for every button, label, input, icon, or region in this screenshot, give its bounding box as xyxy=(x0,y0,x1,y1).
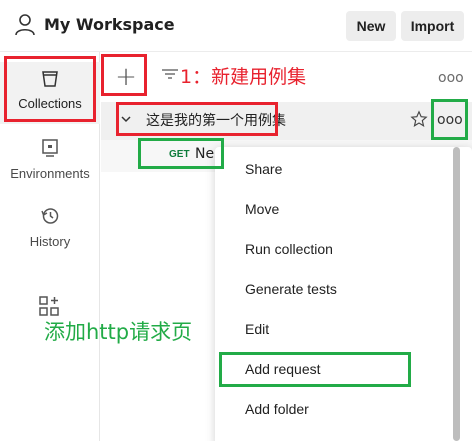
chevron-down-icon[interactable] xyxy=(120,110,132,130)
menu-item-edit[interactable]: Edit xyxy=(245,321,269,337)
collection-more-button[interactable]: ooo xyxy=(437,112,463,128)
menu-item-move[interactable]: Move xyxy=(245,201,279,217)
user-icon xyxy=(15,14,35,36)
sidebar-item-history[interactable]: History xyxy=(0,206,100,249)
environments-icon xyxy=(42,139,58,157)
sidebar-item-label: History xyxy=(29,234,71,249)
add-workbench-icon[interactable] xyxy=(38,295,60,317)
new-button[interactable]: New xyxy=(346,11,396,41)
sidebar-item-label: Environments xyxy=(10,166,90,181)
menu-item-generate-tests[interactable]: Generate tests xyxy=(245,281,337,297)
import-button[interactable]: Import xyxy=(401,11,464,41)
menu-scrollbar[interactable] xyxy=(453,147,460,441)
menu-item-share[interactable]: Share xyxy=(245,161,282,177)
collection-name[interactable]: 这是我的第一个用例集 xyxy=(146,110,286,130)
method-badge: GET xyxy=(169,149,190,160)
menu-item-add-folder[interactable]: Add folder xyxy=(245,401,309,417)
collections-icon xyxy=(42,71,58,87)
add-collection-button[interactable]: + xyxy=(107,60,145,94)
sidebar-item-label: Collections xyxy=(18,96,82,111)
annotation-step1: 1：新建用例集 xyxy=(180,66,307,88)
filter-icon[interactable] xyxy=(160,64,180,84)
workspace-title[interactable]: My Workspace xyxy=(44,15,175,34)
menu-item-run-collection[interactable]: Run collection xyxy=(245,241,333,257)
history-icon xyxy=(41,208,59,224)
menu-item-add-request[interactable]: Add request xyxy=(245,361,321,377)
sidebar-item-environments[interactable]: Environments xyxy=(0,138,100,181)
sidebar-item-collections[interactable]: Collections xyxy=(0,62,100,124)
more-options-button[interactable]: ooo xyxy=(438,70,464,86)
request-name[interactable]: Ne xyxy=(195,146,214,162)
star-icon[interactable] xyxy=(410,110,428,128)
annotation-add-http: 添加http请求页 xyxy=(44,320,193,344)
